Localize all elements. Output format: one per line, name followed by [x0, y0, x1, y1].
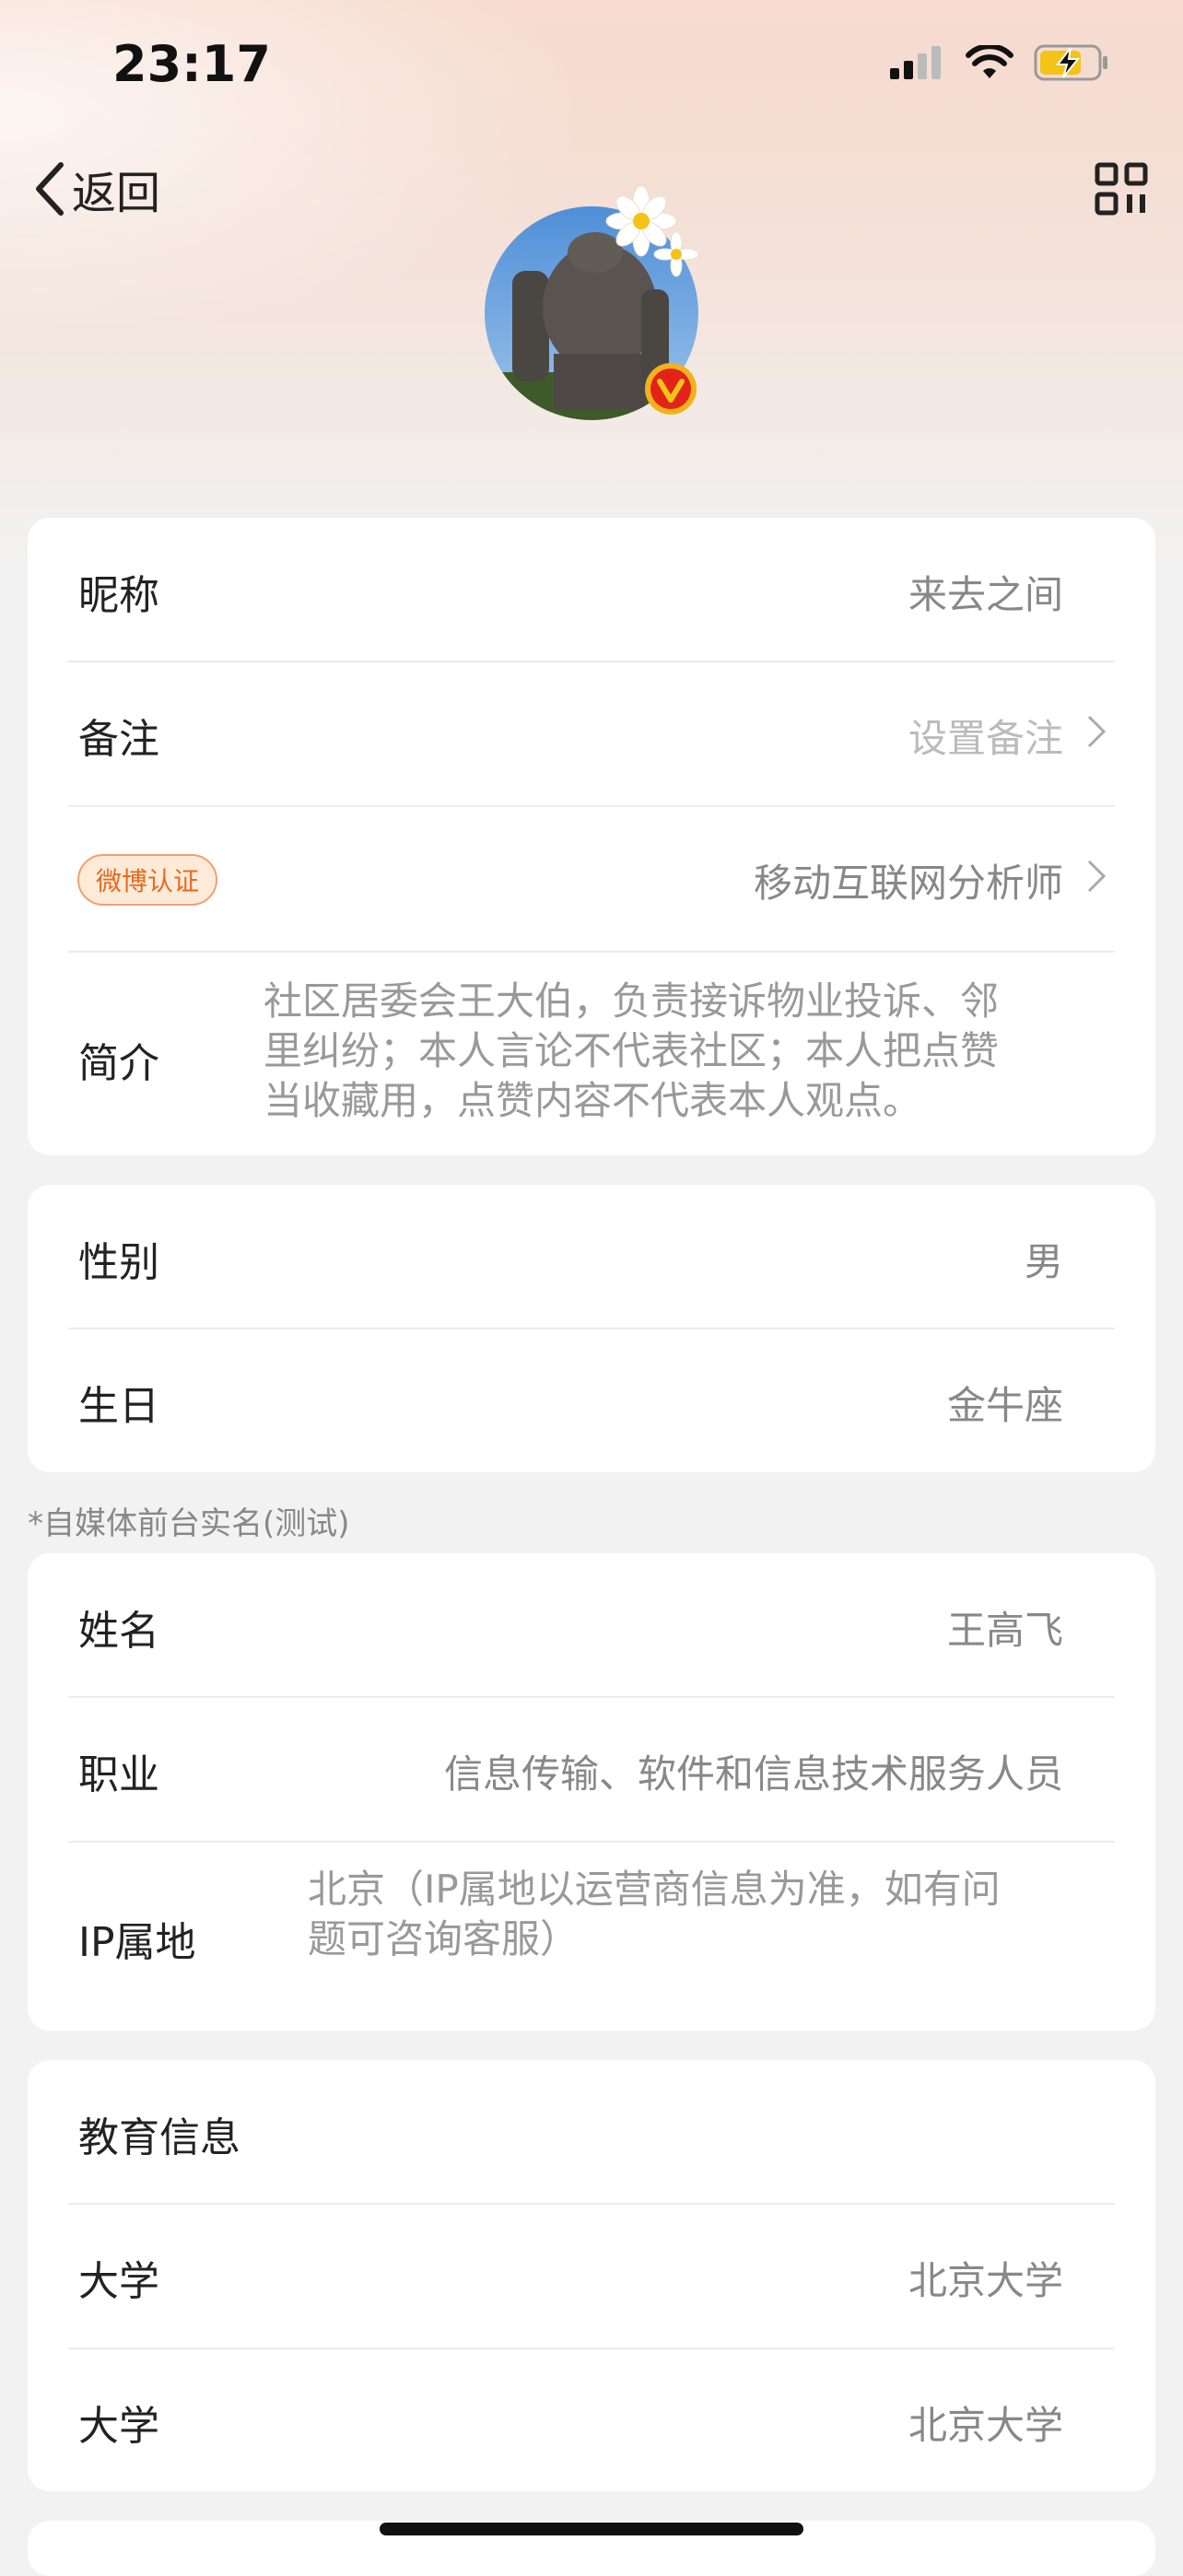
nickname-value: 来去之间 [908, 572, 1063, 617]
verify-value: 移动互联网分析师 [753, 861, 1063, 906]
back-chevron-icon [36, 162, 64, 216]
ip-text: 北京（IP属地以运营商信息为准，如有问 题可咨询客服） [308, 1865, 1100, 1964]
birthday-value: 金牛座 [946, 1383, 1063, 1428]
profile-card: 昵称 来去之间 备注 设置备注 微博认证 移动互联网分析师 简介 社区居委会王大… [28, 518, 1155, 1155]
name-label: 姓名 [78, 1608, 159, 1655]
avatar[interactable] [485, 185, 699, 420]
remark-label: 备注 [78, 716, 159, 763]
divider [68, 1696, 1115, 1698]
divider [68, 951, 1115, 953]
name-value: 王高飞 [946, 1608, 1063, 1653]
bio-line: 里纠纷；本人言论不代表社区；本人把点赞 [264, 1028, 1000, 1073]
divider [68, 1328, 1115, 1329]
list-item[interactable]: 大学 北京大学 [28, 2348, 1155, 2492]
status-icons [890, 44, 1109, 81]
birthday-label: 生日 [78, 1383, 159, 1430]
education-title: 教育信息 [78, 2114, 240, 2161]
remark-value: 设置备注 [908, 716, 1063, 761]
home-indicator [380, 2523, 803, 2535]
list-item[interactable]: 大学 北京大学 [28, 2204, 1155, 2348]
job-label: 职业 [78, 1751, 159, 1798]
remark-row[interactable]: 备注 设置备注 [28, 662, 1155, 805]
ip-line: 题可咨询客服） [308, 1916, 580, 1961]
education-item-label: 大学 [78, 2403, 159, 2450]
chevron-right-icon [1087, 715, 1107, 748]
qr-code-icon[interactable] [1095, 162, 1148, 216]
bio-text: 社区居委会王大伯，负责接诉物业投诉、邻 里纠纷；本人言论不代表社区；本人把点赞 … [264, 977, 1093, 1126]
basic-info-card: 性别 男 生日 金牛座 [28, 1185, 1155, 1472]
flower-decoration-icon [605, 185, 699, 277]
verify-row[interactable]: 微博认证 移动互联网分析师 [28, 806, 1155, 950]
gender-value: 男 [1024, 1239, 1063, 1284]
verified-v-icon [645, 363, 697, 415]
wifi-icon [966, 45, 1013, 78]
ip-label: IP属地 [78, 1919, 196, 1966]
realname-card: 姓名 王高飞 职业 信息传输、软件和信息技术服务人员 IP属地 北京（IP属地以… [28, 1553, 1155, 2031]
realname-note: *自媒体前台实名(测试) [28, 1505, 350, 1542]
nickname-label: 昵称 [78, 572, 159, 619]
bio-label: 简介 [78, 1040, 159, 1087]
divider [68, 1841, 1115, 1843]
education-item-value: 北京大学 [908, 2403, 1063, 2448]
job-value: 信息传输、软件和信息技术服务人员 [443, 1751, 1063, 1797]
weibo-verify-badge: 微博认证 [77, 854, 218, 906]
status-time: 23:17 [112, 35, 271, 93]
back-button[interactable]: 返回 [31, 157, 160, 221]
education-item-value: 北京大学 [908, 2258, 1063, 2303]
bio-line: 社区居委会王大伯，负责接诉物业投诉、邻 [264, 978, 1000, 1024]
signal-icon [890, 46, 941, 79]
battery-charging-icon [1034, 44, 1107, 81]
chevron-right-icon [1087, 860, 1107, 893]
education-card: 教育信息 大学 北京大学 大学 北京大学 [28, 2060, 1155, 2491]
gender-label: 性别 [78, 1239, 159, 1286]
education-item-label: 大学 [78, 2258, 159, 2305]
back-label: 返回 [72, 168, 161, 219]
ip-line: 北京（IP属地以运营商信息为准，如有问 [308, 1867, 1001, 1912]
bio-line: 当收藏用，点赞内容不代表本人观点。 [264, 1078, 922, 1123]
